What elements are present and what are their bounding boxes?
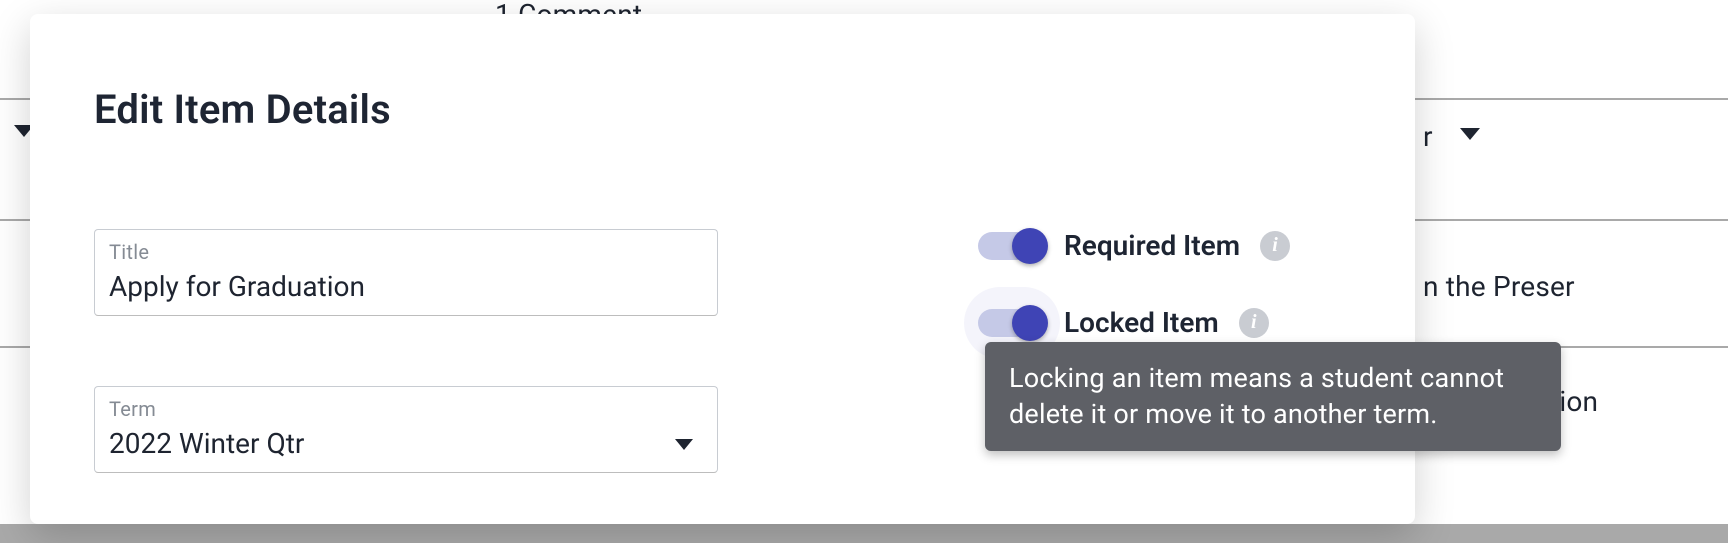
locked-item-row: Locked Item i xyxy=(978,306,1351,339)
locked-item-label: Locked Item xyxy=(1064,306,1219,339)
required-item-label: Required Item xyxy=(1064,229,1240,262)
locked-item-toggle[interactable] xyxy=(978,309,1044,337)
info-icon[interactable]: i xyxy=(1239,308,1269,338)
title-field[interactable]: Title xyxy=(94,229,718,316)
chevron-down-icon xyxy=(1460,128,1480,140)
bg-right-letter: r xyxy=(1423,120,1433,153)
info-icon[interactable]: i xyxy=(1260,231,1290,261)
title-input[interactable] xyxy=(109,270,703,303)
locked-item-tooltip: Locking an item means a student cannot d… xyxy=(985,342,1561,451)
required-item-toggle[interactable] xyxy=(978,232,1044,260)
title-label: Title xyxy=(109,240,703,264)
term-selected-value: 2022 Winter Qtr xyxy=(109,427,661,460)
chevron-down-icon xyxy=(675,439,693,450)
toggle-knob xyxy=(1012,228,1048,264)
bg-right-partial: n the Preser xyxy=(1423,270,1575,303)
modal-title: Edit Item Details xyxy=(94,86,1351,133)
left-column: Title Term 2022 Winter Qtr xyxy=(94,229,718,543)
required-item-row: Required Item i xyxy=(978,229,1351,262)
toggles: Required Item i Locked Item i xyxy=(978,229,1351,339)
toggle-knob xyxy=(1012,305,1048,341)
term-label: Term xyxy=(109,397,661,421)
term-select[interactable]: Term 2022 Winter Qtr xyxy=(94,386,718,473)
